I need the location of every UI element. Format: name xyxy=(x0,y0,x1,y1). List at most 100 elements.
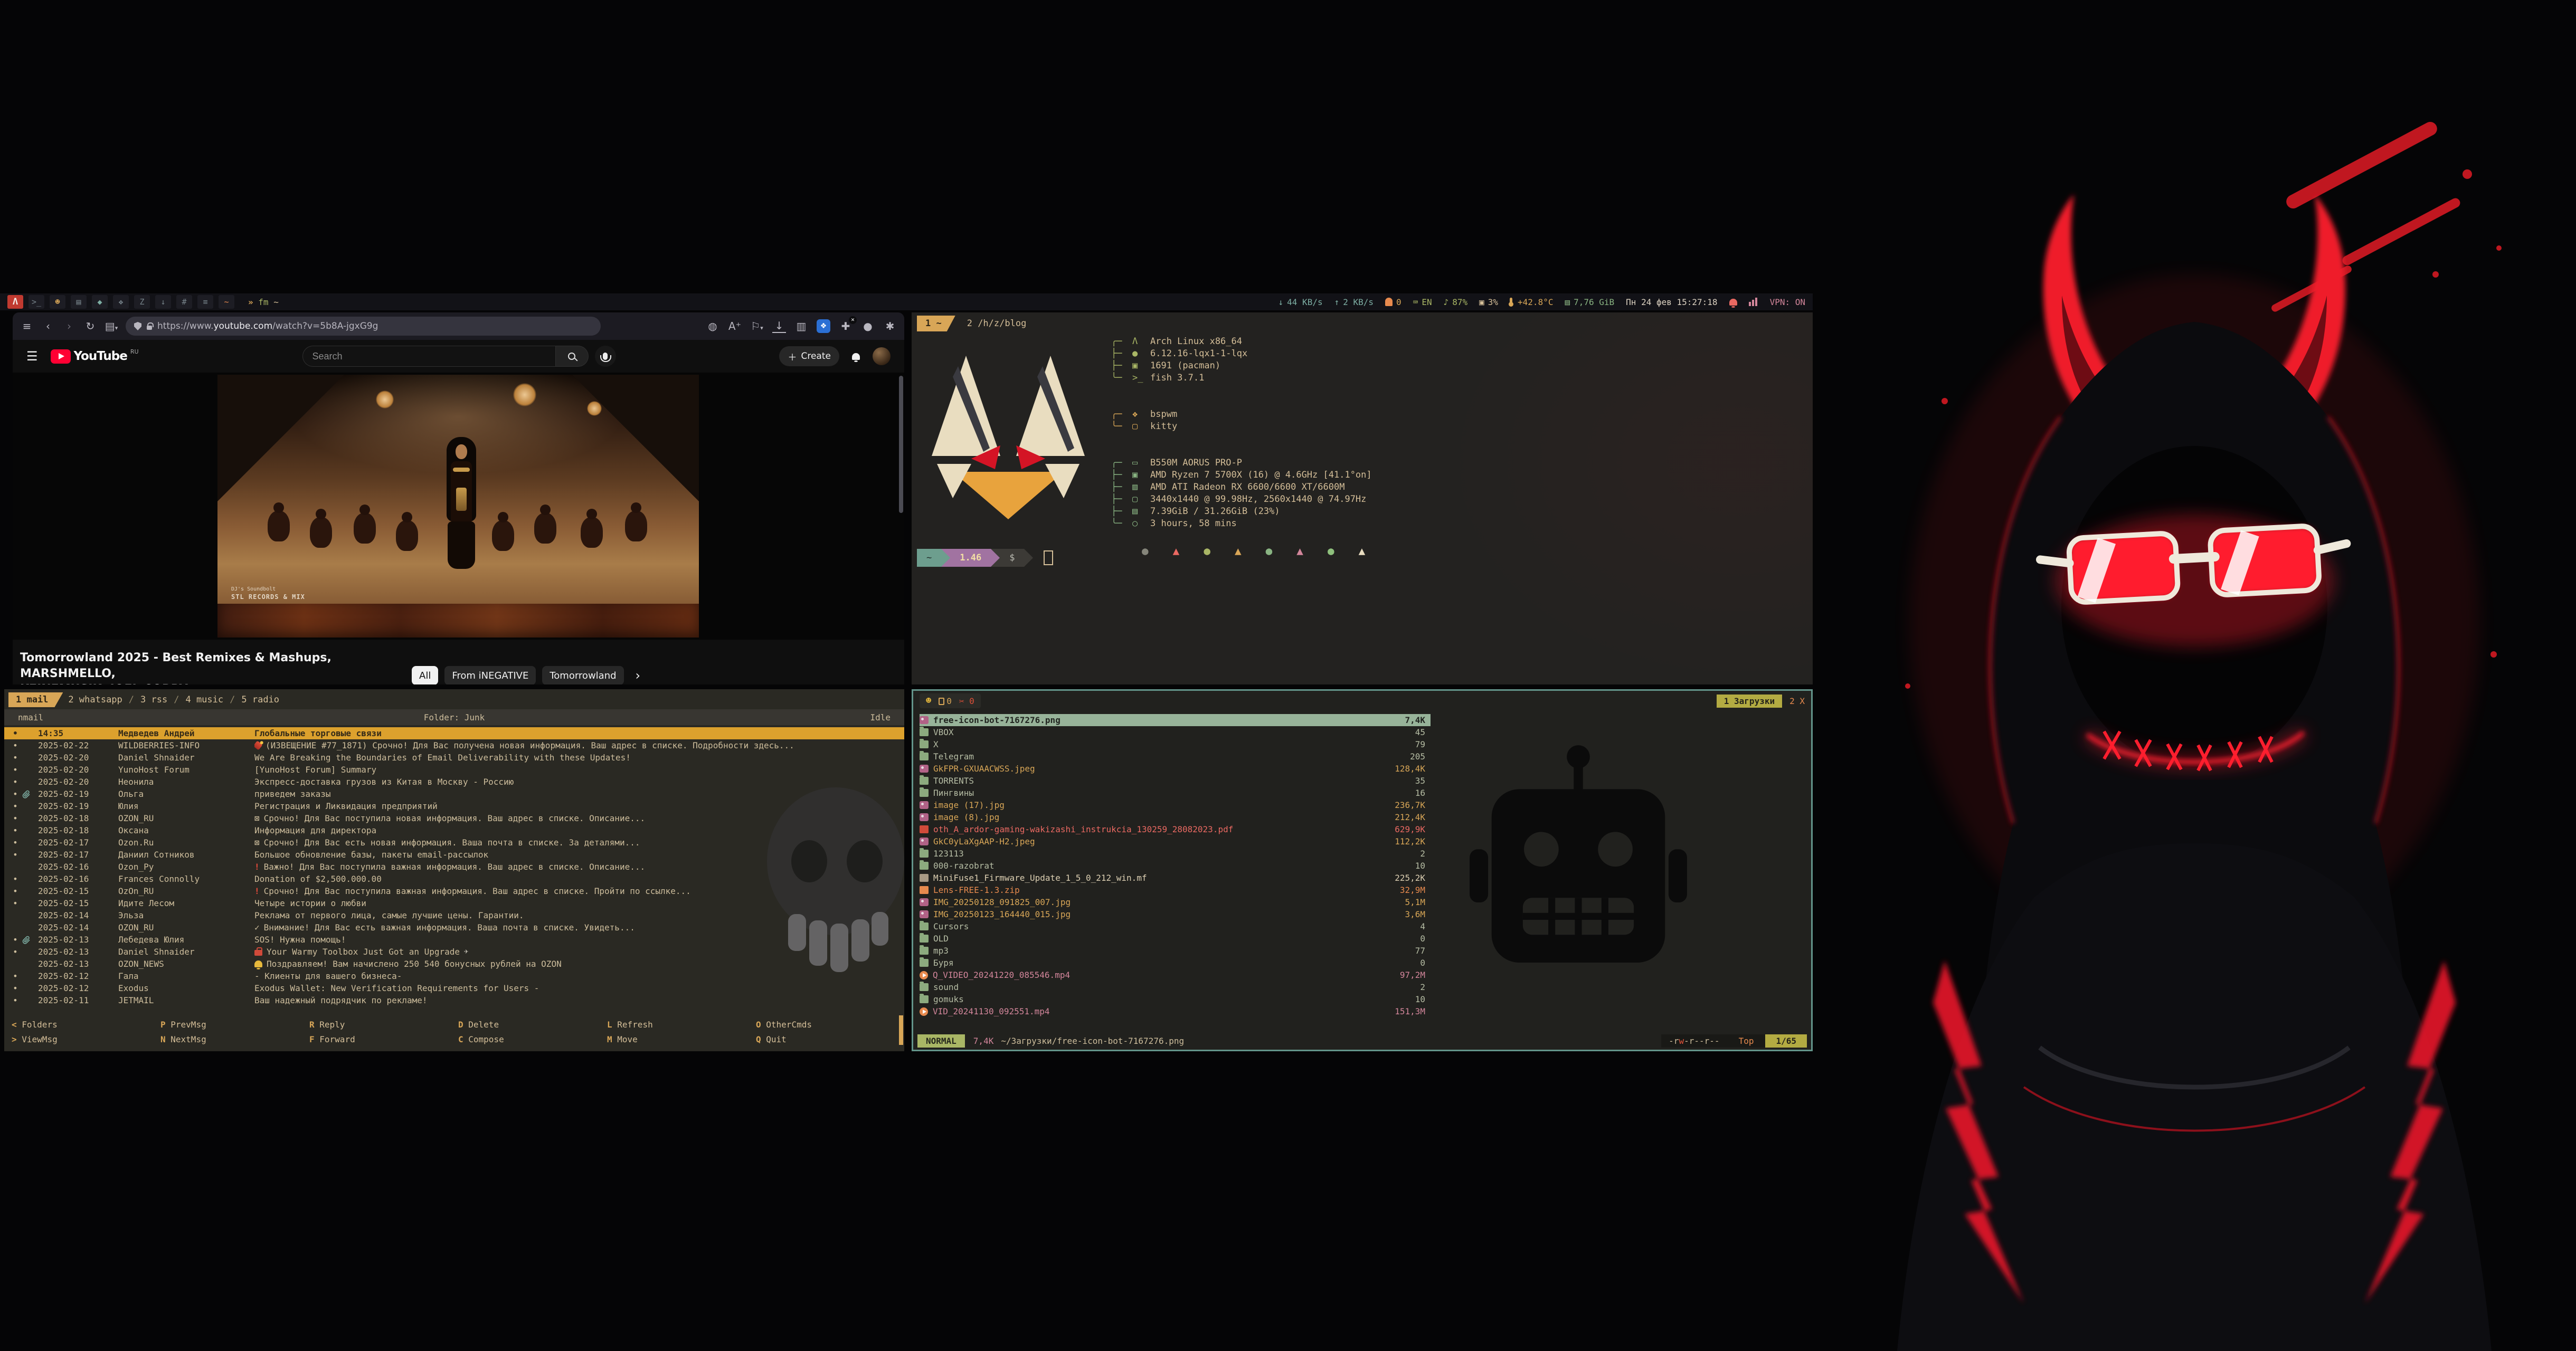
file-row[interactable]: GkC0yLaXgAAP-H2.jpeg112,2K xyxy=(920,835,1431,848)
file-row[interactable]: GkFPR-GXUAACWSS.jpeg128,4K xyxy=(920,763,1431,775)
hotkey-refresh[interactable]: L Refresh xyxy=(607,1017,756,1032)
file-row[interactable]: image (8).jpg212,4K xyxy=(920,811,1431,823)
menu-icon[interactable]: ≡ xyxy=(20,320,34,332)
rss-icon[interactable]: ◍ xyxy=(706,320,719,332)
filter-chip[interactable]: All xyxy=(412,666,438,684)
file-row[interactable]: Telegram205 xyxy=(920,750,1431,763)
bookmark-icon[interactable]: ⚐▾ xyxy=(750,320,764,332)
tab-2-h-z-blog[interactable]: 2 /h/z/blog xyxy=(958,316,1036,331)
mail-row[interactable]: •2025-02-17Ozon.Ru⊠Срочно! Для Вас есть … xyxy=(4,836,904,849)
settings-gear-icon[interactable]: ✱ xyxy=(883,320,897,332)
mail-row[interactable]: 2025-02-13OZON_NEWSПоздравляем! Вам начи… xyxy=(4,958,904,970)
reload-icon[interactable]: ↻ xyxy=(83,320,97,332)
tab-4-music[interactable]: 4 music xyxy=(180,692,229,707)
video-player[interactable]: DJ's Soundbolt STL RECORDS & MIX xyxy=(13,373,904,640)
url-bar[interactable]: https://www.youtube.com/watch?v=5b8A-jgx… xyxy=(126,317,601,336)
mail-row[interactable]: •2025-02-20Daniel ShnaiderWe Are Breakin… xyxy=(4,751,904,764)
pulse-icon[interactable]: ~ xyxy=(219,295,234,309)
download-icon[interactable]: ↓ xyxy=(772,319,786,333)
tab-1-mail[interactable]: 1 mail xyxy=(8,692,63,707)
hotkey-compose[interactable]: C Compose xyxy=(458,1032,607,1047)
zoom-icon[interactable]: Z xyxy=(134,295,150,309)
mail-row[interactable]: •2025-02-11JETMAILВаш надежный подрядчик… xyxy=(4,994,904,1006)
back-icon[interactable]: ‹ xyxy=(41,320,55,332)
hotkey-move[interactable]: M Move xyxy=(607,1032,756,1047)
tab-3-rss[interactable]: 3 rss xyxy=(135,692,173,707)
youtube-logo[interactable]: YouTube RU xyxy=(51,349,139,364)
file-row[interactable]: gomuks10 xyxy=(920,993,1431,1005)
arch-icon[interactable]: Λ xyxy=(7,295,23,309)
search-box[interactable] xyxy=(302,346,556,367)
windows-icon[interactable]: ❖ xyxy=(113,295,129,309)
create-button[interactable]: ＋Create xyxy=(779,346,839,366)
translate-icon[interactable]: A⁺ xyxy=(728,320,742,332)
pin-icon[interactable]: ◆ xyxy=(92,295,108,309)
account-icon[interactable]: ● xyxy=(861,320,875,332)
mail-row[interactable]: •14:35Медведев АндрейГлобальные торговые… xyxy=(4,727,904,739)
file-row[interactable]: Буря0 xyxy=(920,957,1431,969)
file-row[interactable]: oth_A_ardor-gaming-wakizashi_instrukcia_… xyxy=(920,823,1431,835)
mail-row[interactable]: •2025-02-16Frances ConnollyDonation of $… xyxy=(4,873,904,885)
page-url[interactable]: https://www.youtube.com/watch?v=5b8A-jgx… xyxy=(157,321,378,331)
file-row[interactable]: free-icon-bot-7167276.png7,4K xyxy=(920,714,1431,726)
filter-chip[interactable]: From iNEGATIVE xyxy=(444,666,536,684)
file-row[interactable]: 000-razobrat10 xyxy=(920,860,1431,872)
mail-row[interactable]: •2025-02-13Лебедева ЮлияSOS! Нужна помощ… xyxy=(4,934,904,946)
filter-chip[interactable]: Tomorrowland xyxy=(542,666,623,684)
hotkey-prevmsg[interactable]: P PrevMsg xyxy=(160,1017,309,1032)
library-icon[interactable]: ▥ xyxy=(794,320,808,332)
hotkey-othercmds[interactable]: O OtherCmds xyxy=(756,1017,904,1032)
tab-2-whatsapp[interactable]: 2 whatsapp xyxy=(63,692,127,707)
extensions-puzzle-icon[interactable]: ✚✕ xyxy=(839,320,853,332)
mail-row[interactable]: •2025-02-22WILDBERRIES-INFO(ИЗВЕЩЕНИЕ #7… xyxy=(4,739,904,751)
chips-more-icon[interactable]: › xyxy=(636,668,641,683)
mail-row[interactable]: •2025-02-15OzOn_RU!Срочно! Для Вас посту… xyxy=(4,885,904,897)
hotkey-viewmsg[interactable]: > ViewMsg xyxy=(12,1032,160,1047)
fm-tab-1-[interactable]: 1 Загрузки xyxy=(1717,694,1782,708)
file-row[interactable]: MiniFuse1_Firmware_Update_1_5_0_212_win.… xyxy=(920,872,1431,884)
file-row[interactable]: image (17).jpg236,7K xyxy=(920,799,1431,811)
shell-prompt[interactable]: ~ 1.46 $ xyxy=(917,549,1053,567)
voice-search-button[interactable] xyxy=(595,346,616,367)
hotkey-quit[interactable]: Q Quit xyxy=(756,1032,904,1047)
hash-icon[interactable]: # xyxy=(176,295,192,309)
mail-row[interactable]: •2025-02-15Идите ЛесомЧетыре истории о л… xyxy=(4,897,904,909)
duck-icon[interactable]: ☻ xyxy=(50,295,65,309)
mail-row[interactable]: •2025-02-20YunoHost Forum[YunoHost Forum… xyxy=(4,764,904,776)
terminal-window[interactable]: 1 ~2 /h/z/blog ╭─ΛArch Linux x86_64├─●6.… xyxy=(912,312,1813,684)
mail-row[interactable]: 2025-02-16Ozon_Py!Важно! Для Вас поступи… xyxy=(4,861,904,873)
hotkey-folders[interactable]: < Folders xyxy=(12,1017,160,1032)
hotkey-delete[interactable]: D Delete xyxy=(458,1017,607,1032)
mail-window[interactable]: 1 mail2 whatsapp/3 rss/4 music/5 radio n… xyxy=(4,689,904,1051)
video-frame[interactable]: DJ's Soundbolt STL RECORDS & MIX xyxy=(217,375,699,638)
mail-row[interactable]: •2025-02-12ExodusExodus Wallet: New Veri… xyxy=(4,982,904,994)
mail-row[interactable]: 2025-02-14OZON_RU✓Внимание! Для Вас есть… xyxy=(4,921,904,934)
search-button[interactable] xyxy=(556,346,589,367)
youtube-menu-icon[interactable]: ☰ xyxy=(26,349,38,364)
file-manager-window[interactable]: ☻ 0 ✂ 0 1 Загрузки2 X free-icon-bot-7167… xyxy=(912,689,1813,1051)
file-row[interactable]: Q_VIDEO_20241220_085546.mp497,2M xyxy=(920,969,1431,981)
file-row[interactable]: Lens-FREE-1.3.zip32,9M xyxy=(920,884,1431,896)
file-row[interactable]: Пингвины16 xyxy=(920,787,1431,799)
shield-icon[interactable] xyxy=(134,322,141,330)
fm-tab-2-X[interactable]: 2 X xyxy=(1789,696,1805,706)
hotkey-forward[interactable]: F Forward xyxy=(309,1032,458,1047)
tab-1-[interactable]: 1 ~ xyxy=(917,316,955,331)
mail-row[interactable]: 2025-02-14ЭльзаРеклама от первого лица, … xyxy=(4,909,904,921)
browser-scrollbar[interactable] xyxy=(899,376,903,513)
extension-blue-icon[interactable]: ❖ xyxy=(817,319,830,333)
hotkey-nextmsg[interactable]: N NextMsg xyxy=(160,1032,309,1047)
tab-5-radio[interactable]: 5 radio xyxy=(236,692,285,707)
file-row[interactable]: mp377 xyxy=(920,945,1431,957)
download-icon[interactable]: ↓ xyxy=(155,295,171,309)
mail-row[interactable]: •2025-02-19Ольгаприведем заказы xyxy=(4,788,904,800)
file-row[interactable]: TORRENTS35 xyxy=(920,775,1431,787)
terminal-icon[interactable]: >_ xyxy=(29,295,44,309)
forward-icon[interactable]: › xyxy=(62,320,76,332)
mail-row[interactable]: •2025-02-18ОксанаИнформация для директор… xyxy=(4,824,904,836)
mail-row[interactable]: •2025-02-18OZON_RU⊠Срочно! Для Вас посту… xyxy=(4,812,904,824)
file-row[interactable]: VID_20241130_092551.mp4151,3M xyxy=(920,1005,1431,1017)
files-icon[interactable]: ▤ xyxy=(71,295,87,309)
hotkey-reply[interactable]: R Reply xyxy=(309,1017,458,1032)
mail-scrollbar[interactable] xyxy=(899,1015,903,1045)
